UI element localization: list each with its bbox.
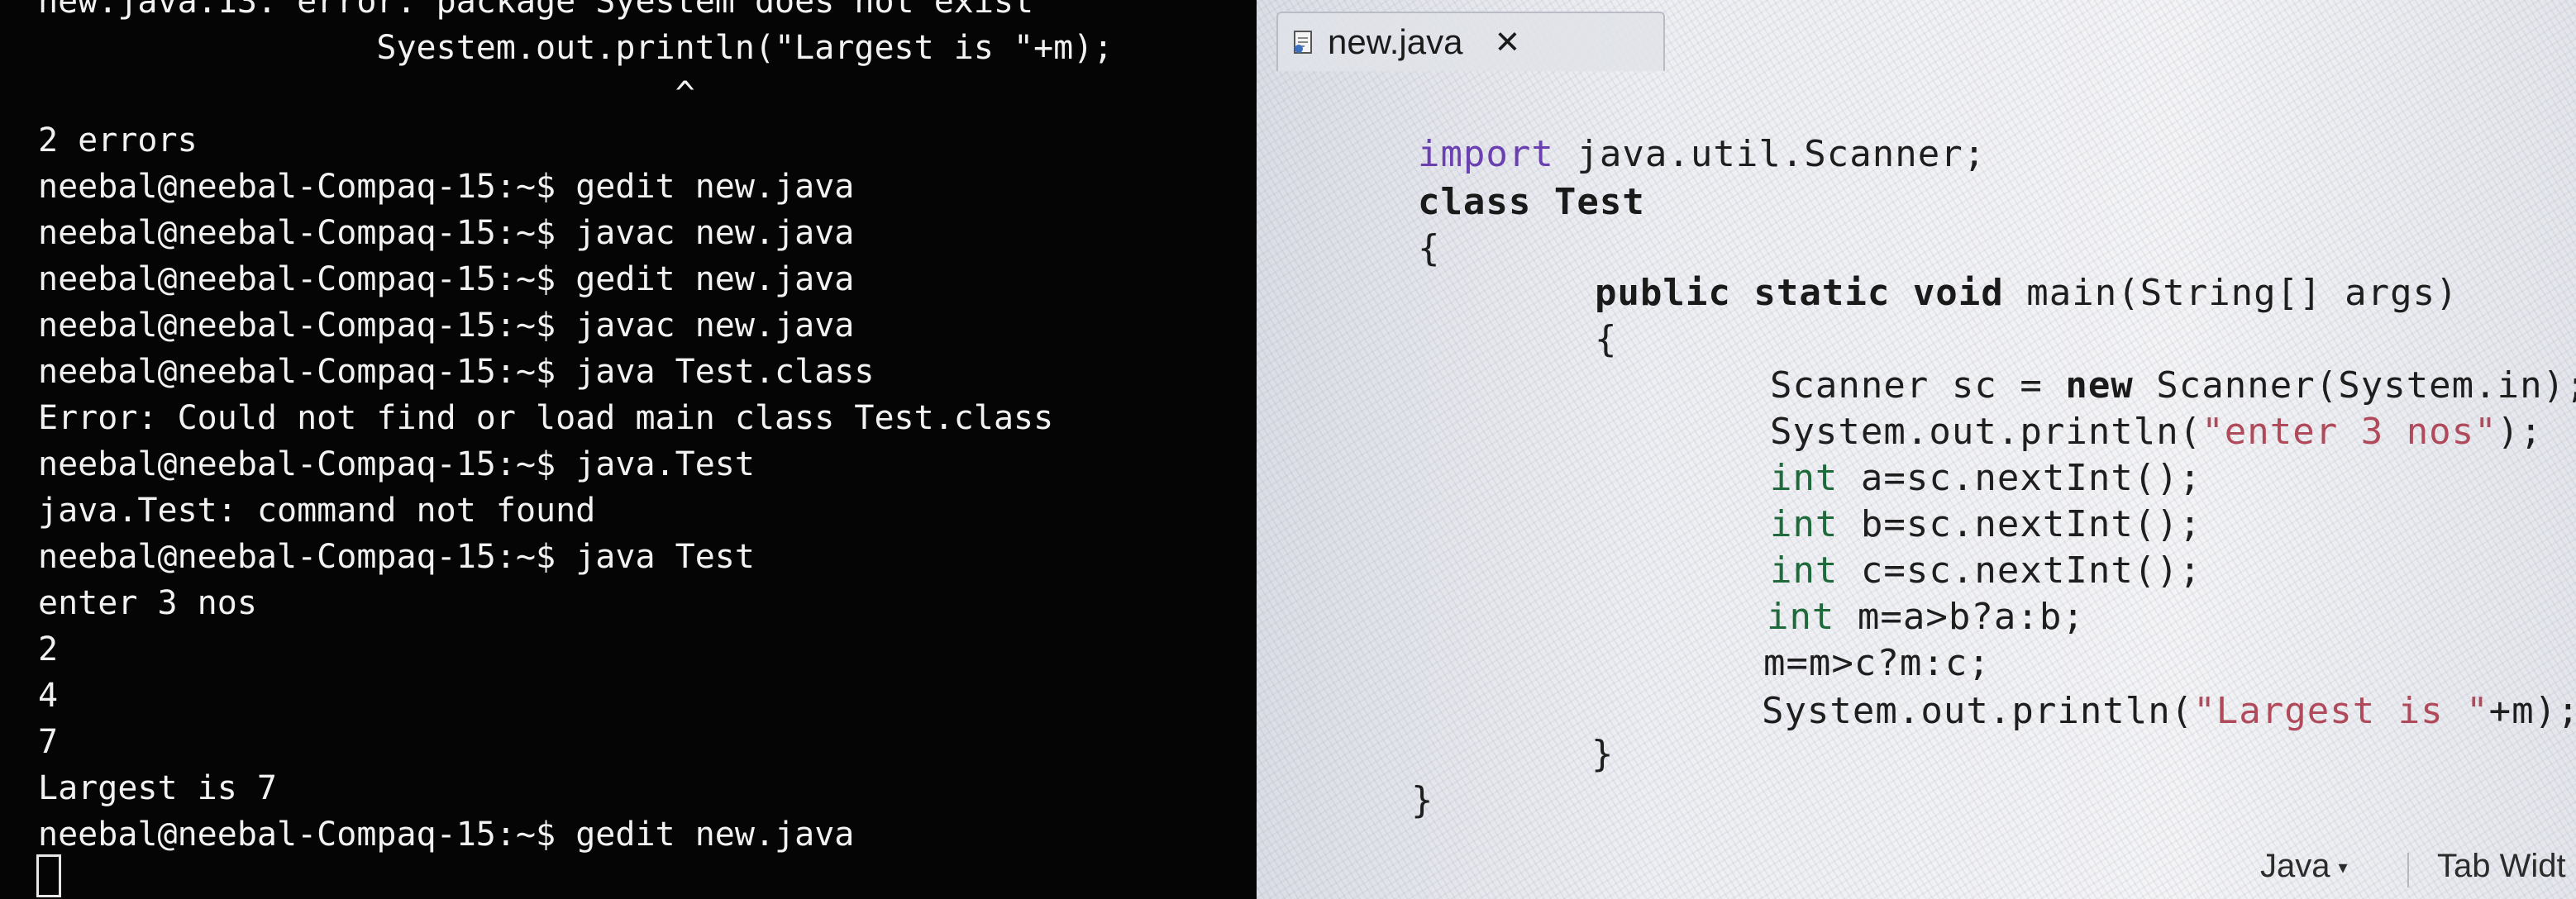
code-text: System.out.println(	[1761, 690, 2194, 732]
code-string: "Largest is "	[2193, 690, 2489, 732]
code-text: main(String[] args)	[2003, 272, 2459, 314]
tab-width-selector[interactable]: Tab Widt	[2437, 848, 2566, 885]
terminal-line: neebal@neebal-Compaq-15:~$ java.Test	[38, 445, 755, 483]
code-text: {	[1417, 227, 1441, 269]
language-label: Java	[2260, 848, 2330, 884]
terminal-cursor[interactable]	[36, 854, 61, 897]
terminal-line: new.java:13: error: package Syestem does…	[38, 0, 1034, 21]
terminal-line: Error: Could not find or load main class…	[38, 399, 1054, 437]
terminal-line: 2	[38, 630, 59, 668]
terminal-line: 2 errors	[38, 121, 198, 159]
gedit-window[interactable]: new.java ✕ import java.util.Scanner; cla…	[1257, 0, 2576, 899]
terminal-line: java.Test: command not found	[38, 492, 596, 530]
terminal-window[interactable]: new.java:13: error: package Syestem does…	[0, 0, 1257, 899]
code-string: "enter 3 nos"	[2202, 411, 2497, 453]
language-selector[interactable]: Java ▾	[2260, 848, 2348, 885]
dropdown-arrow-icon: ▾	[2338, 857, 2348, 878]
code-text: {	[1594, 318, 1618, 360]
terminal-line: neebal@neebal-Compaq-15:~$ javac new.jav…	[38, 307, 855, 345]
tab-title: new.java	[1328, 22, 1463, 61]
code-line: System.out.println("Largest is "+m);	[1625, 648, 2576, 774]
terminal-line: neebal@neebal-Compaq-15:~$ gedit new.jav…	[38, 816, 855, 854]
code-text: class Test	[1417, 181, 1645, 223]
terminal-line: 7	[38, 723, 59, 761]
terminal-line: neebal@neebal-Compaq-15:~$ gedit new.jav…	[38, 260, 855, 298]
close-icon[interactable]: ✕	[1494, 24, 1520, 60]
terminal-line: enter 3 nos	[38, 584, 257, 622]
terminal-line: neebal@neebal-Compaq-15:~$ javac new.jav…	[38, 214, 855, 252]
terminal-line: Largest is 7	[38, 769, 277, 807]
code-text: }	[1410, 779, 1434, 821]
tab-bar: new.java ✕	[1257, 0, 2576, 83]
terminal-line: Syestem.out.println("Largest is "+m);	[38, 29, 1114, 67]
tab-new-java[interactable]: new.java ✕	[1276, 12, 1665, 71]
document-icon	[1290, 28, 1318, 56]
status-bar: Java ▾ Tab Widt	[1257, 835, 2576, 899]
terminal-line: neebal@neebal-Compaq-15:~$ gedit new.jav…	[38, 168, 855, 206]
code-text: +m);	[2488, 690, 2576, 732]
terminal-line: ^	[38, 75, 695, 113]
status-separator	[2407, 853, 2409, 887]
code-line: {	[1458, 276, 1617, 402]
terminal-line: neebal@neebal-Compaq-15:~$ java Test	[38, 538, 755, 576]
code-text: }	[1591, 733, 1615, 775]
code-line: {	[1281, 185, 1440, 312]
terminal-line: 4	[38, 677, 59, 715]
terminal-output: new.java:13: error: package Syestem does…	[38, 0, 1113, 858]
code-keyword: public static void	[1594, 272, 2004, 314]
code-editor[interactable]: import java.util.Scanner; class Test { p…	[1257, 78, 2576, 821]
terminal-line: neebal@neebal-Compaq-15:~$ java Test.cla…	[38, 353, 875, 391]
code-text: );	[2497, 411, 2543, 453]
code-line: }	[1455, 691, 1614, 817]
